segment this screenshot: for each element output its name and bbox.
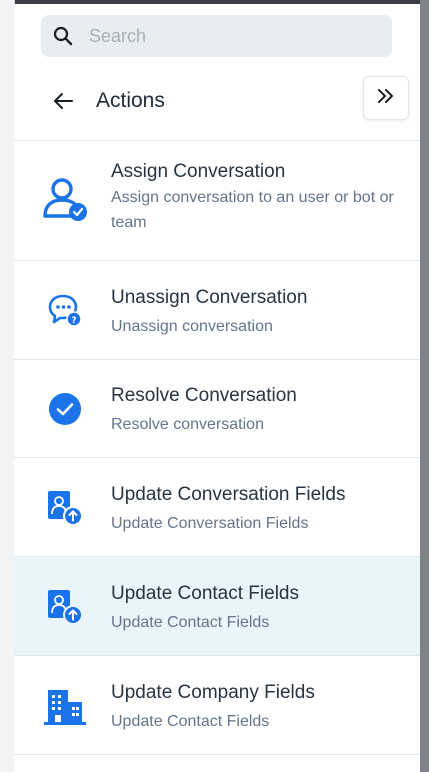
list-item-unassign-conversation[interactable]: ? Unassign Conversation Unassign convers… bbox=[14, 261, 420, 360]
item-description: Update Contact Fields bbox=[111, 614, 270, 631]
item-label: Assign Conversation bbox=[111, 161, 286, 182]
chevrons-right-icon bbox=[376, 87, 396, 110]
panel-header: Actions bbox=[14, 80, 420, 124]
list-item-assign-conversation[interactable]: Assign Conversation Assign conversation … bbox=[14, 141, 420, 261]
list-item-resolve-conversation[interactable]: Resolve Conversation Resolve conversatio… bbox=[14, 360, 420, 458]
assign-user-icon bbox=[40, 174, 90, 224]
item-description: Update Conversation Fields bbox=[111, 515, 309, 532]
building-icon bbox=[40, 682, 90, 732]
background-page-edge bbox=[0, 0, 15, 772]
page-title: Actions bbox=[96, 89, 165, 112]
item-description: Update Contact Fields bbox=[111, 713, 270, 730]
list-item-update-contact-fields[interactable]: Update Contact Fields Update Contact Fie… bbox=[14, 557, 420, 656]
search-input[interactable] bbox=[87, 24, 371, 48]
collapse-panel-button[interactable] bbox=[363, 76, 409, 120]
actions-panel: Actions Assign Conversation Assign conve… bbox=[14, 4, 420, 772]
search-icon bbox=[53, 26, 73, 46]
list-item-update-company-fields[interactable]: Update Company Fields Update Contact Fie… bbox=[14, 656, 420, 755]
contact-card-upload-icon bbox=[40, 581, 90, 631]
item-description: Assign conversation to an user or bot or… bbox=[111, 189, 394, 231]
search-box[interactable] bbox=[41, 15, 392, 57]
item-label: Update Company Fields bbox=[111, 682, 315, 703]
actions-list: Assign Conversation Assign conversation … bbox=[14, 140, 420, 755]
item-description: Resolve conversation bbox=[111, 416, 264, 433]
chat-question-icon: ? bbox=[40, 285, 90, 335]
background-scroll-strip bbox=[420, 0, 429, 772]
check-circle-icon bbox=[40, 384, 90, 434]
arrow-left-icon[interactable] bbox=[50, 88, 76, 114]
item-label: Update Conversation Fields bbox=[111, 484, 346, 505]
item-label: Resolve Conversation bbox=[111, 385, 297, 406]
item-description: Unassign conversation bbox=[111, 318, 273, 335]
list-item-update-conversation-fields[interactable]: Update Conversation Fields Update Conver… bbox=[14, 458, 420, 557]
svg-text:?: ? bbox=[71, 316, 76, 326]
contact-card-upload-icon bbox=[40, 482, 90, 532]
item-label: Update Contact Fields bbox=[111, 583, 299, 604]
item-label: Unassign Conversation bbox=[111, 287, 308, 308]
